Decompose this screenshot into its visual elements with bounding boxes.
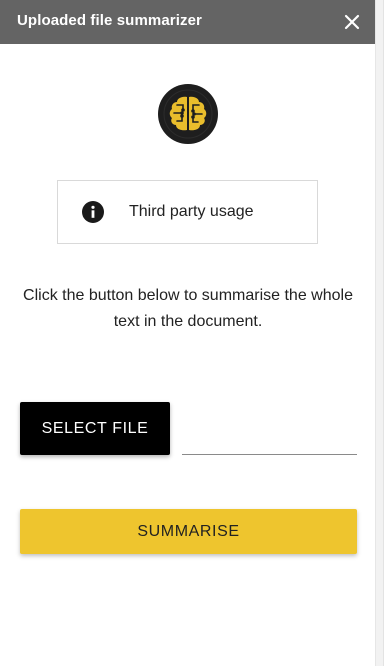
usage-label: Third party usage <box>129 203 254 220</box>
instructions-text: Click the button below to summarise the … <box>23 287 353 330</box>
info-icon <box>82 201 104 223</box>
brain-circuit-icon <box>158 84 218 144</box>
third-party-usage-notice[interactable]: Third party usage <box>57 180 318 244</box>
summarise-button[interactable]: SUMMARISE <box>20 509 357 554</box>
panel-title: Uploaded file summarizer <box>17 12 202 29</box>
selected-file-field[interactable] <box>182 420 357 455</box>
close-button[interactable] <box>342 12 362 32</box>
scrollbar[interactable] <box>375 0 383 666</box>
panel-header: Uploaded file summarizer <box>0 0 376 44</box>
select-file-button[interactable]: SELECT FILE <box>20 402 170 455</box>
sidebar-panel: Uploaded file summarizer Third party usa… <box>0 0 384 666</box>
close-icon <box>344 14 360 30</box>
brain-logo <box>157 83 219 145</box>
